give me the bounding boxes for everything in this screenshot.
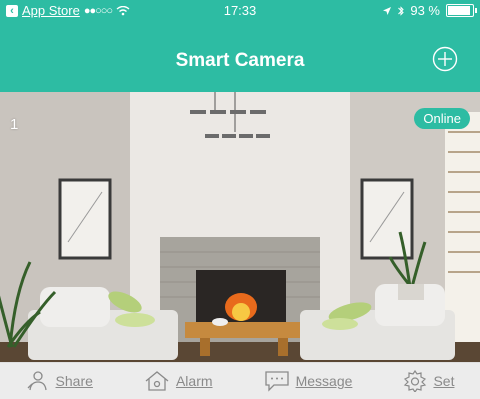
location-arrow-icon (383, 6, 392, 15)
tab-set[interactable]: Set (403, 370, 454, 392)
plus-icon (432, 46, 458, 72)
battery-fill (448, 6, 471, 15)
tab-set-label: Set (433, 373, 455, 389)
tab-message[interactable]: Message (264, 370, 353, 392)
tab-share-label: Share (55, 373, 93, 389)
status-bar: ‹ App Store ●●○○○ 17:33 93 % (0, 0, 480, 22)
camera-number: 1 (10, 116, 19, 133)
page-title: Smart Camera (175, 50, 305, 71)
tab-bar: Share Alarm Message Set (0, 362, 480, 399)
camera-feed-image (0, 92, 480, 362)
tab-share[interactable]: Share (26, 370, 93, 392)
status-right: 93 % (382, 3, 477, 18)
battery-percent: 93 % (410, 3, 440, 18)
tab-alarm-label: Alarm (175, 373, 213, 389)
camera-preview[interactable]: 1 Online (0, 92, 480, 362)
add-camera-button[interactable] (432, 46, 458, 72)
tab-alarm[interactable]: Alarm (144, 370, 213, 392)
share-icon (27, 371, 47, 391)
message-icon (264, 371, 289, 392)
tab-message-label: Message (295, 373, 353, 389)
nav-bar: Smart Camera (0, 22, 480, 92)
gear-icon (404, 370, 427, 392)
bluetooth-icon (398, 5, 405, 16)
alarm-icon (145, 371, 169, 391)
status-badge: Online (414, 108, 470, 129)
battery-icon (446, 4, 477, 17)
